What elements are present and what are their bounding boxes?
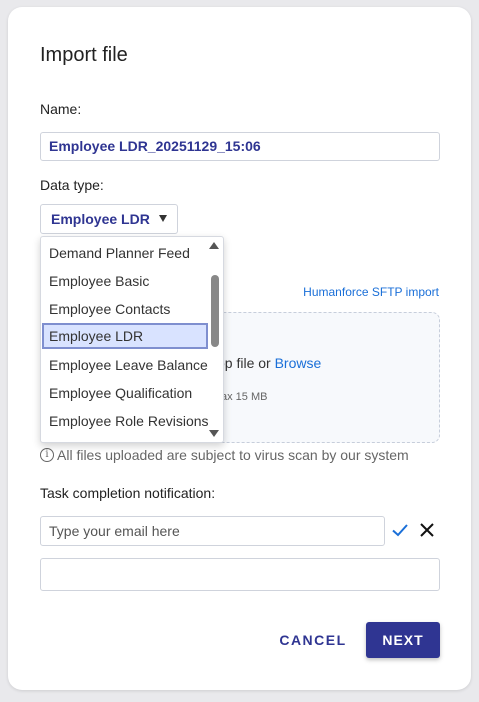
dropzone-text-partial: op file or [217, 355, 275, 371]
email-list-box [40, 558, 440, 591]
sftp-import-link[interactable]: Humanforce SFTP import [303, 285, 439, 299]
browse-link[interactable]: Browse [275, 355, 322, 371]
name-input[interactable]: Employee LDR_20251129_15:06 [40, 132, 440, 161]
dropzone-text: op file or Browse [217, 355, 321, 371]
cancel-button[interactable]: CANCEL [273, 622, 353, 658]
chevron-down-icon [159, 215, 167, 222]
close-icon[interactable] [418, 521, 436, 539]
dropdown-item-employee-qualification[interactable]: Employee Qualification [42, 380, 208, 406]
data-type-label: Data type: [40, 177, 104, 193]
data-type-value: Employee LDR [51, 211, 150, 227]
info-icon: i [40, 448, 54, 462]
scroll-down-icon[interactable] [209, 430, 219, 437]
dropdown-scrollbar-thumb[interactable] [211, 275, 219, 347]
dropdown-item-employee-role-revisions[interactable]: Employee Role Revisions [42, 408, 209, 434]
data-type-select[interactable]: Employee LDR [40, 204, 178, 234]
dropdown-item-demand-planner-feed[interactable]: Demand Planner Feed [42, 240, 208, 266]
virus-scan-text: All files uploaded are subject to virus … [57, 447, 409, 463]
dropdown-item-employee-contacts[interactable]: Employee Contacts [42, 296, 208, 322]
import-file-dialog: Import file Name: Employee LDR_20251129_… [8, 7, 471, 690]
dialog-title: Import file [40, 44, 128, 66]
email-input[interactable] [40, 516, 385, 546]
check-icon[interactable] [391, 521, 409, 539]
notification-label: Task completion notification: [40, 485, 216, 501]
dropdown-item-employee-basic[interactable]: Employee Basic [42, 268, 208, 294]
name-label: Name: [40, 101, 82, 117]
next-button[interactable]: NEXT [366, 622, 440, 658]
scroll-up-icon[interactable] [209, 242, 219, 249]
dropdown-item-employee-leave-balance[interactable]: Employee Leave Balance [42, 352, 208, 378]
dropzone-size-note: ax 15 MB [221, 391, 268, 403]
data-type-dropdown: Demand Planner Feed Employee Basic Emplo… [40, 236, 224, 443]
dropdown-item-employee-ldr[interactable]: Employee LDR [42, 323, 208, 349]
virus-scan-note: i All files uploaded are subject to viru… [40, 447, 409, 463]
